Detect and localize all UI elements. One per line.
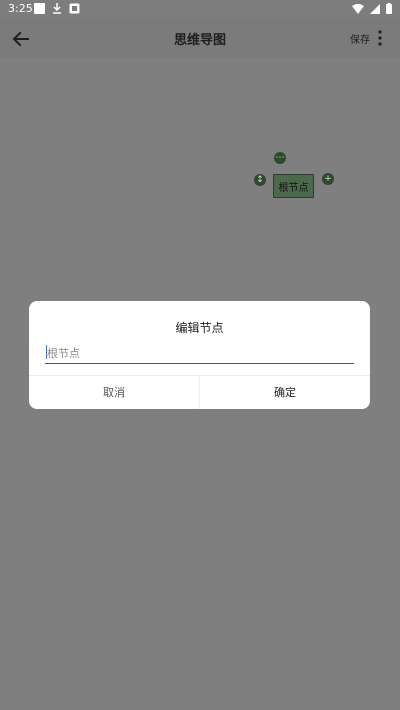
edit-node-dialog: 编辑节点 取消 确定: [29, 301, 370, 409]
confirm-button[interactable]: 确定: [200, 376, 370, 409]
overflow-menu-icon[interactable]: [376, 29, 384, 47]
app-bar: 思维导图 保存: [0, 18, 400, 58]
notification-square-icon: [34, 3, 45, 14]
status-bar: 3:25: [0, 0, 400, 18]
download-icon: [53, 3, 61, 14]
app-icon: [69, 3, 80, 14]
save-button[interactable]: 保存: [350, 31, 370, 46]
root-node[interactable]: 根节点: [273, 174, 314, 198]
system-icons: [352, 3, 392, 14]
add-icon[interactable]: +: [322, 173, 334, 185]
text-caret: [46, 345, 47, 359]
more-icon[interactable]: ⋯: [274, 152, 286, 164]
node-name-input[interactable]: [45, 342, 354, 364]
dialog-title: 编辑节点: [175, 321, 224, 335]
battery-icon: [386, 3, 392, 14]
wifi-icon: [352, 3, 364, 14]
notification-icons: [34, 3, 80, 14]
status-time: 3:25: [8, 2, 33, 15]
signal-icon: [370, 3, 380, 14]
root-node-label: 根节点: [278, 182, 309, 194]
cancel-button[interactable]: 取消: [29, 376, 199, 409]
collapse-icon[interactable]: ↕: [254, 174, 266, 186]
page-title: 思维导图: [173, 33, 226, 48]
